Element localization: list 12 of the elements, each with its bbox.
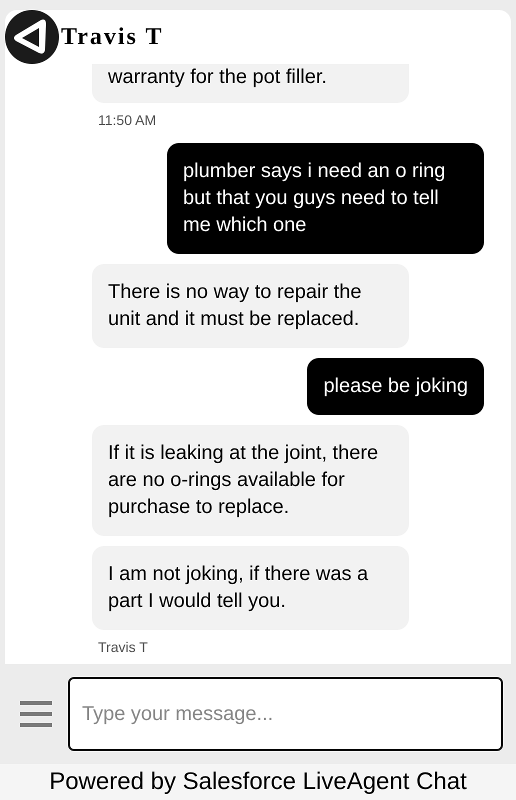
message-meta: 11:50 AM [98,112,156,128]
message-meta: Travis T [98,639,148,655]
agent-message: There is no way to repair the unit and it must be replaced. [92,264,409,348]
customer-message: please be joking [307,358,484,415]
agent-name: Travis T [61,23,164,52]
customer-message: plumber says i need an o ring but that you guys need to tell me which one [167,143,484,254]
agent-message: If it is leaking at the joint, there are no o-rings available for purchase to replace. [92,425,409,536]
message-input[interactable]: Type your message... [68,677,503,751]
footer-text: Powered by Salesforce LiveAgent Chat [49,767,467,797]
agent-message: I am not joking, if there was a part I would tell you. [92,546,409,630]
agent-message: warranty for the pot filler. [92,64,409,103]
menu-icon[interactable] [20,701,52,727]
